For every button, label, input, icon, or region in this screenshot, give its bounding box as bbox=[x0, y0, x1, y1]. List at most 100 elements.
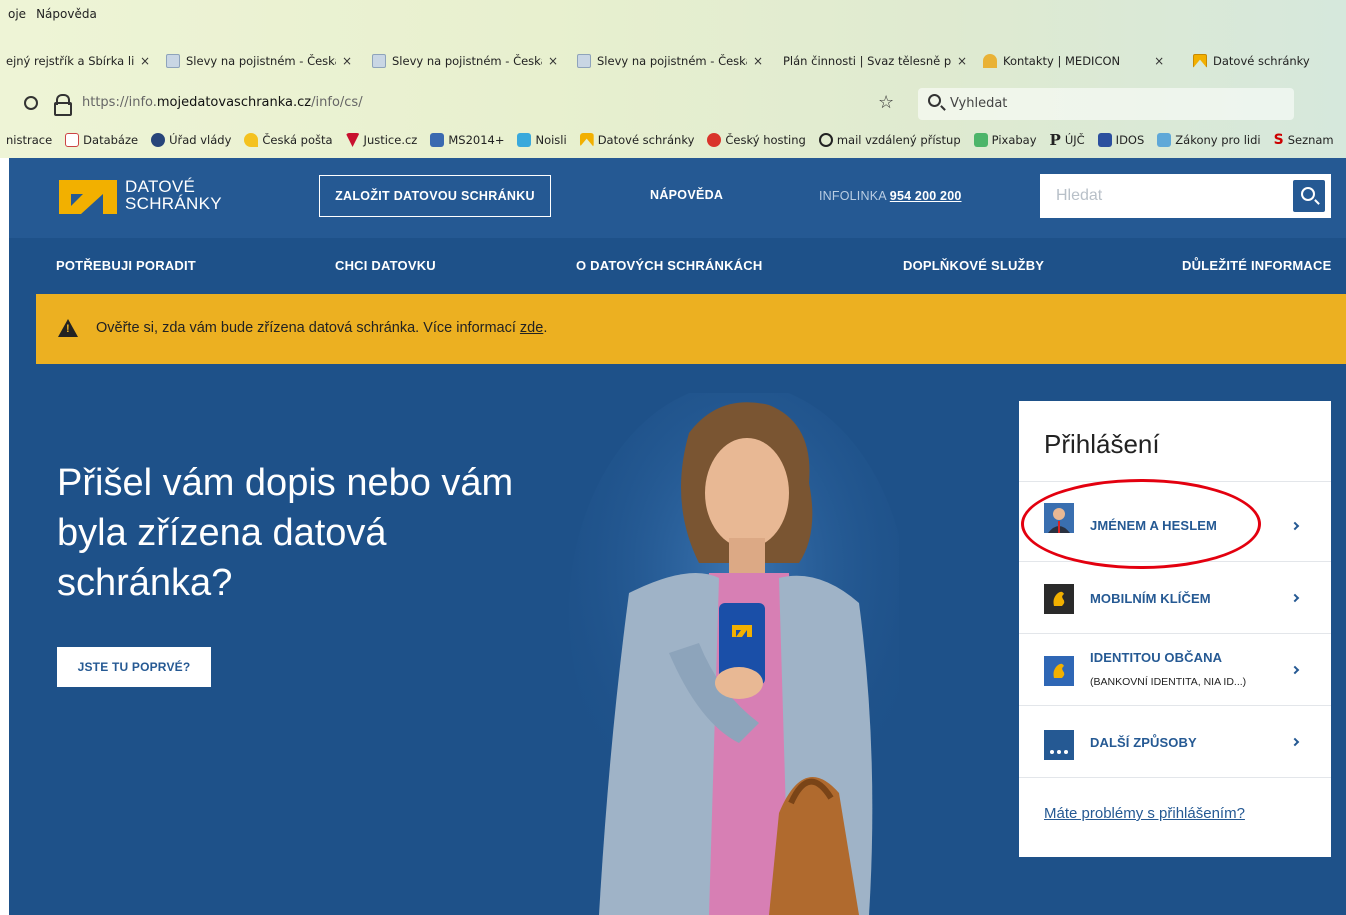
nav-dulezite-informace[interactable]: DŮLEŽITÉ INFORMACE bbox=[1182, 258, 1331, 273]
login-option-sublabel: (BANKOVNÍ IDENTITA, NIA ID...) bbox=[1090, 676, 1247, 688]
tab-label: Plán činnosti | Svaz tělesně post bbox=[783, 54, 951, 68]
bookmark-item[interactable]: P ÚJČ bbox=[1050, 131, 1085, 149]
login-citizen-identity[interactable]: IDENTITOU OBČANA (BANKOVNÍ IDENTITA, NIA… bbox=[1019, 633, 1331, 705]
alert-message: Ověřte si, zda vám bude zřízena datová s… bbox=[96, 320, 520, 336]
bookmark-item[interactable]: Zákony pro lidi bbox=[1157, 133, 1261, 147]
login-option-label: MOBILNÍM KLÍČEM bbox=[1090, 591, 1211, 606]
tab-close-icon[interactable]: × bbox=[548, 54, 558, 68]
first-time-button[interactable]: JSTE TU POPRVÉ? bbox=[57, 647, 211, 687]
divider bbox=[1019, 777, 1331, 778]
urad-vlady-icon bbox=[151, 133, 166, 147]
annotation-highlight-ellipse bbox=[1021, 479, 1261, 569]
menu-item-tools[interactable]: oje bbox=[8, 7, 26, 21]
tab-medicon[interactable]: Kontakty | MEDICON × bbox=[977, 46, 1187, 76]
bookmark-item[interactable]: Noisli bbox=[517, 133, 567, 147]
site-search-button[interactable] bbox=[1293, 180, 1325, 212]
more-dots-icon bbox=[1044, 730, 1074, 760]
datove-schranky-icon bbox=[579, 133, 594, 147]
login-other-methods[interactable]: DALŠÍ ZPŮSOBY bbox=[1019, 705, 1331, 777]
tab-close-icon[interactable]: × bbox=[1154, 54, 1164, 68]
lion-emblem-icon bbox=[1044, 656, 1074, 686]
bookmark-item[interactable]: Databáze bbox=[65, 133, 138, 147]
login-mobile-key[interactable]: MOBILNÍM KLÍČEM bbox=[1019, 561, 1331, 633]
nav-doplnkove-sluzby[interactable]: DOPLŇKOVÉ SLUŽBY bbox=[903, 258, 1044, 273]
bookmark-label: Úřad vlády bbox=[169, 133, 232, 147]
page-favicon-icon bbox=[166, 54, 180, 68]
bookmark-item[interactable]: Úřad vlády bbox=[151, 133, 231, 147]
menu-item-help[interactable]: Nápověda bbox=[36, 7, 97, 21]
browser-search-input[interactable]: Vyhledat bbox=[918, 88, 1294, 120]
logo-text[interactable]: DATOVÉ SCHRÁNKY bbox=[125, 178, 222, 212]
bookmark-item[interactable]: Datové schránky bbox=[579, 133, 695, 147]
login-option-label: IDENTITOU OBČANA bbox=[1090, 650, 1223, 665]
bookmark-item[interactable]: Česká pošta bbox=[244, 133, 333, 147]
chevron-right-icon bbox=[1290, 521, 1300, 531]
create-mailbox-button[interactable]: ZALOŽIT DATOVOU SCHRÁNKU bbox=[319, 175, 551, 217]
url-input[interactable]: https://info.mojedatovaschranka.cz/info/… bbox=[82, 95, 363, 110]
bookmark-label: Datové schránky bbox=[597, 133, 695, 147]
alert-text: Ověřte si, zda vám bude zřízena datová s… bbox=[96, 320, 547, 336]
chevron-right-icon bbox=[1290, 737, 1300, 747]
hero-woman-image bbox=[569, 383, 909, 915]
infoline-number-link[interactable]: 954 200 200 bbox=[890, 189, 962, 203]
tab-slevy-2[interactable]: Slevy na pojistném - Česká × bbox=[366, 46, 571, 76]
bookmark-label: mail vzdálený přístup bbox=[836, 133, 961, 147]
url-path: /info/cs/ bbox=[311, 95, 363, 110]
bookmark-label: nistrace bbox=[6, 133, 53, 147]
alert-more-info-link[interactable]: zde bbox=[520, 320, 543, 336]
tab-close-icon[interactable]: × bbox=[957, 54, 967, 68]
tab-label: Slevy na pojistném - Česká bbox=[392, 54, 542, 68]
lock-icon[interactable] bbox=[54, 94, 72, 116]
bookmarks-bar: nistrace Databáze Úřad vlády Česká pošta… bbox=[0, 128, 1346, 152]
tab-label: Datové schránky bbox=[1213, 54, 1310, 68]
login-problems-link[interactable]: Máte problémy s přihlášením? bbox=[1044, 805, 1245, 822]
tab-slevy-3[interactable]: Slevy na pojistném - Česká × bbox=[571, 46, 777, 76]
idos-icon bbox=[1097, 133, 1112, 147]
tab-slevy-1[interactable]: Slevy na pojistném - Česká × bbox=[160, 46, 366, 76]
logo-line-2: SCHRÁNKY bbox=[125, 194, 222, 213]
site-search-input[interactable]: Hledat bbox=[1040, 174, 1331, 218]
tab-close-icon[interactable]: × bbox=[342, 54, 352, 68]
bookmark-label: Zákony pro lidi bbox=[1175, 133, 1261, 147]
tab-close-icon[interactable]: × bbox=[753, 54, 763, 68]
bookmark-item[interactable]: Pixabay bbox=[973, 133, 1037, 147]
login-title: Přihlášení bbox=[1044, 429, 1160, 459]
justice-icon bbox=[345, 133, 360, 147]
page-favicon-icon bbox=[372, 54, 386, 68]
browser-search-placeholder: Vyhledat bbox=[950, 96, 1008, 111]
bookmark-label: IDOS bbox=[1115, 133, 1145, 147]
warning-icon bbox=[58, 319, 78, 337]
nav-o-datovych-schrankach[interactable]: O DATOVÝCH SCHRÁNKÁCH bbox=[576, 258, 762, 273]
tab-label: Slevy na pojistném - Česká bbox=[597, 54, 747, 68]
bookmark-item[interactable]: nistrace bbox=[6, 133, 52, 147]
nav-chci-datovku[interactable]: CHCI DATOVKU bbox=[335, 258, 436, 273]
datove-schranky-logo-icon[interactable] bbox=[59, 180, 119, 214]
tab-label: Slevy na pojistném - Česká bbox=[186, 54, 336, 68]
help-link[interactable]: NÁPOVĚDA bbox=[650, 188, 723, 202]
ujc-p-icon: P bbox=[1049, 131, 1061, 149]
bookmark-item[interactable]: Justice.cz bbox=[345, 133, 417, 147]
tab-rejstrik[interactable]: ejný rejstřík a Sbírka listi × bbox=[0, 46, 160, 76]
bookmark-label: Noisli bbox=[535, 133, 567, 147]
nav-potrebuji-poradit[interactable]: POTŘEBUJI PORADIT bbox=[56, 258, 196, 273]
bookmark-item[interactable]: Český hosting bbox=[707, 133, 806, 147]
url-domain: mojedatovaschranka.cz bbox=[156, 95, 312, 110]
search-icon bbox=[1301, 187, 1315, 201]
bookmark-label: Pixabay bbox=[991, 133, 1037, 147]
browser-menubar: oje Nápověda bbox=[0, 0, 1346, 28]
bookmark-item[interactable]: IDOS bbox=[1097, 133, 1145, 147]
tab-datove-schranky[interactable]: Datové schránky bbox=[1187, 46, 1337, 76]
noisli-icon bbox=[517, 133, 532, 147]
bookmark-item[interactable]: mail vzdálený přístup bbox=[818, 133, 961, 147]
bookmark-label: Česká pošta bbox=[262, 133, 333, 147]
tracking-shield-icon[interactable] bbox=[24, 96, 38, 110]
tab-close-icon[interactable]: × bbox=[140, 54, 150, 68]
bookmark-item[interactable]: S Seznam bbox=[1274, 132, 1334, 148]
page-favicon-icon bbox=[577, 54, 591, 68]
tab-plan-cinnosti[interactable]: Plán činnosti | Svaz tělesně post × bbox=[777, 46, 977, 76]
bookmark-item[interactable]: MS2014+ bbox=[430, 133, 504, 147]
bookmark-star-icon[interactable]: ☆ bbox=[878, 92, 894, 113]
alert-banner: Ověřte si, zda vám bude zřízena datová s… bbox=[36, 294, 1346, 364]
zakony-icon bbox=[1157, 133, 1172, 147]
bookmark-label: Český hosting bbox=[725, 133, 806, 147]
